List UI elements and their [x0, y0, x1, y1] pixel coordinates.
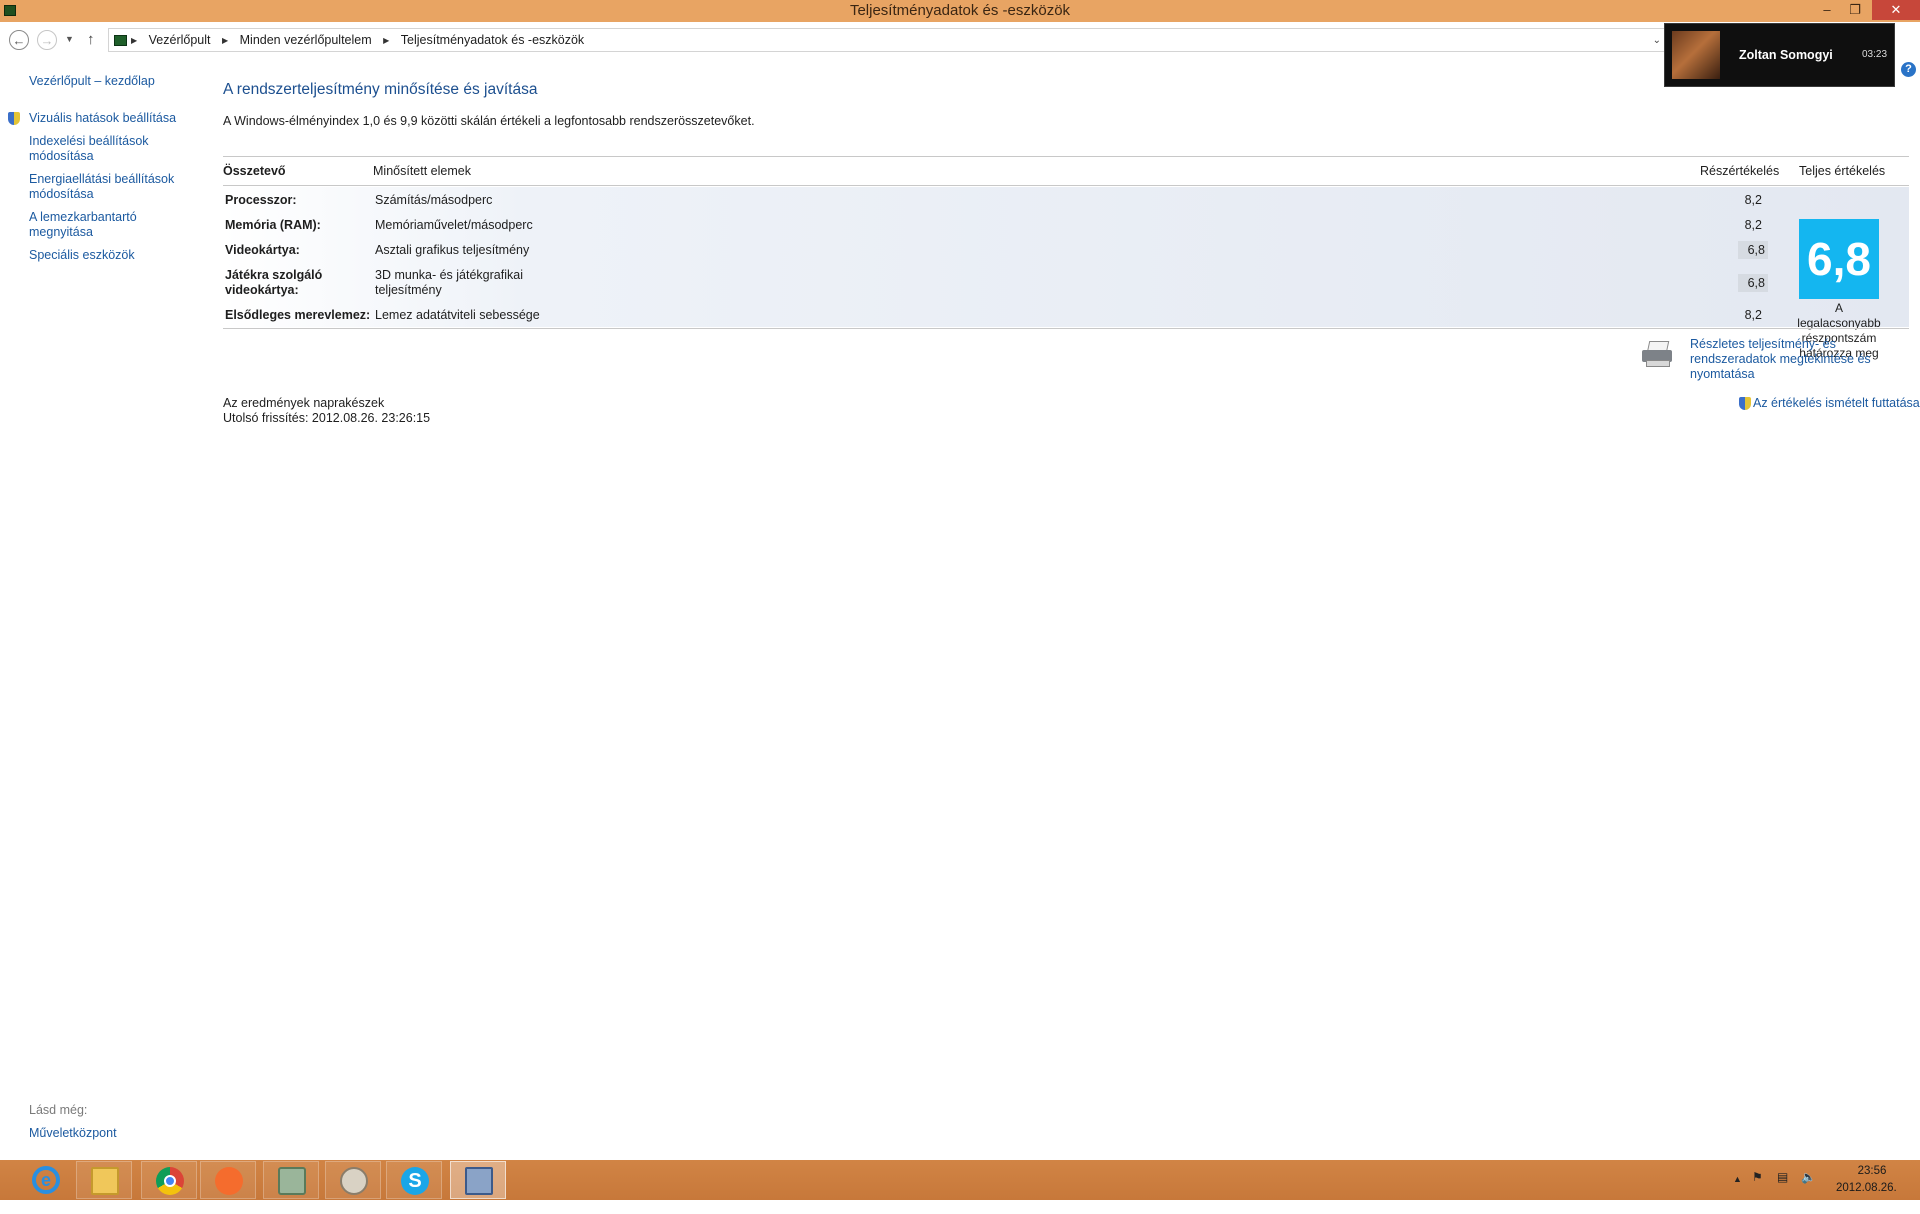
rated-item: 3D munka- és játékgrafikai teljesítmény: [375, 268, 523, 297]
chevron-down-icon[interactable]: ⌄: [1653, 35, 1661, 46]
volume-icon[interactable]: 🔈: [1801, 1170, 1816, 1210]
base-score-badge[interactable]: 6,8: [1799, 219, 1879, 299]
chevron-right-icon[interactable]: ▶: [131, 36, 137, 45]
divider: [223, 185, 1909, 186]
shield-icon: [8, 112, 20, 125]
rated-item: Lemez adatátviteli sebessége: [375, 308, 540, 322]
window-title: Teljesítményadatok és -eszközök: [849, 2, 1071, 19]
skype-icon: S: [401, 1167, 429, 1195]
taskbar-performance-tools[interactable]: [450, 1161, 506, 1199]
disk-icon: [278, 1167, 306, 1195]
address-bar-area: ← → ▼ ↑ ▶ Vezérlőpult ▶ Minden vezérlőpu…: [0, 22, 1920, 58]
taskbar-skype[interactable]: S: [386, 1161, 442, 1199]
back-button[interactable]: ←: [9, 30, 29, 50]
address-bar[interactable]: ▶ Vezérlőpult ▶ Minden vezérlőpultelem ▶…: [108, 28, 1668, 52]
ie-icon: e: [32, 1166, 60, 1194]
help-icon[interactable]: ?: [1901, 62, 1916, 77]
last-update-text: Utolsó frissítés: 2012.08.26. 23:26:15: [223, 411, 431, 425]
rated-item: Asztali grafikus teljesítmény: [375, 243, 530, 257]
divider: [223, 328, 1909, 329]
close-button[interactable]: ✕: [1872, 0, 1920, 20]
column-header-items: Minősített elemek: [373, 164, 471, 178]
column-header-component: Összetevő: [223, 164, 286, 178]
notification-time: 03:23: [1862, 49, 1888, 60]
recent-locations-icon[interactable]: ▼: [65, 34, 74, 44]
printer-icon: [1642, 341, 1674, 367]
paint-icon: [340, 1167, 368, 1195]
rated-item: Számítás/másodperc: [375, 193, 493, 207]
clock-date[interactable]: 2012.08.26.: [1836, 1182, 1897, 1194]
taskbar-origin[interactable]: [200, 1161, 256, 1199]
maximize-button[interactable]: ❐: [1842, 0, 1868, 20]
column-header-base-score: Teljes értékelés: [1799, 164, 1886, 178]
view-print-details-link[interactable]: Részletes teljesítmény- és rendszeradato…: [1690, 337, 1920, 382]
divider: [223, 156, 1909, 157]
chevron-right-icon[interactable]: ▶: [222, 36, 228, 45]
chevron-right-icon[interactable]: ▶: [383, 36, 389, 45]
component-name: Videokártya:: [225, 243, 300, 257]
breadcrumb: ▶ Vezérlőpult ▶ Minden vezérlőpultelem ▶…: [129, 33, 590, 47]
action-center-link[interactable]: Műveletközpont: [29, 1126, 117, 1140]
component-name: Memória (RAM):: [225, 218, 321, 232]
control-panel-home-link[interactable]: Vezérlőpult – kezdőlap: [29, 74, 179, 89]
show-hidden-icons-icon[interactable]: ▲: [1733, 1174, 1742, 1214]
component-name: Játékra szolgáló videokártya:: [225, 268, 323, 297]
contact-name: Zoltan Somogyi: [1739, 48, 1833, 62]
network-icon[interactable]: ▤: [1777, 1170, 1788, 1210]
taskbar-chrome[interactable]: [141, 1161, 197, 1199]
origin-icon: [215, 1167, 243, 1195]
action-center-flag-icon[interactable]: ⚑: [1752, 1170, 1764, 1184]
sidebar-item-disk-cleanup[interactable]: A lemezkarbantartó megnyitása: [29, 210, 179, 240]
contact-notification[interactable]: Zoltan Somogyi 03:23: [1664, 23, 1895, 87]
page-description: A Windows-élményindex 1,0 és 9,9 közötti…: [223, 114, 755, 128]
sidebar-item-advanced-tools[interactable]: Speciális eszközök: [29, 248, 179, 263]
breadcrumb-item[interactable]: Vezérlőpult: [149, 33, 211, 47]
subscore: 6,8: [1738, 274, 1768, 292]
sidebar-item-power[interactable]: Energiaellátási beállítások módosítása: [29, 172, 179, 202]
taskbar-file-explorer[interactable]: [76, 1161, 132, 1199]
page-title: A rendszerteljesítmény minősítése és jav…: [223, 81, 538, 98]
status-text: Az eredmények naprakészek: [223, 396, 385, 410]
control-panel-icon: [114, 35, 127, 46]
breadcrumb-item[interactable]: Teljesítményadatok és -eszközök: [401, 33, 584, 47]
see-also-label: Lásd még:: [29, 1103, 88, 1117]
taskbar: e S: [0, 1160, 1920, 1200]
taskbar-disk-utility[interactable]: [263, 1161, 319, 1199]
column-header-subscore: Részértékelés: [1700, 164, 1780, 178]
rated-item: Memóriaművelet/másodperc: [375, 218, 533, 232]
forward-button[interactable]: →: [37, 30, 57, 50]
shield-icon: [1739, 397, 1751, 410]
sidebar-item-indexing[interactable]: Indexelési beállítások módosítása: [29, 134, 179, 164]
performance-icon: [465, 1167, 493, 1195]
minimize-button[interactable]: –: [1814, 0, 1840, 20]
taskbar-paint[interactable]: [325, 1161, 381, 1199]
up-button[interactable]: ↑: [87, 31, 95, 48]
rerun-assessment-link[interactable]: Az értékelés ismételt futtatása: [1753, 396, 1920, 410]
chrome-icon: [156, 1167, 184, 1195]
subscore: 8,2: [1744, 308, 1762, 322]
table-body: Processzor: Számítás/másodperc 8,2 Memór…: [223, 187, 1909, 360]
clock-time[interactable]: 23:56: [1852, 1165, 1892, 1177]
subscore: 8,2: [1744, 193, 1762, 207]
file-explorer-icon: [91, 1167, 119, 1195]
avatar: [1672, 31, 1720, 79]
taskbar-internet-explorer[interactable]: e: [18, 1161, 74, 1199]
subscore: 6,8: [1738, 241, 1768, 259]
sidebar-item-visual-effects[interactable]: Vizuális hatások beállítása: [29, 111, 179, 126]
component-name: Processzor:: [225, 193, 297, 207]
breadcrumb-item[interactable]: Minden vezérlőpultelem: [240, 33, 372, 47]
title-bar: Teljesítményadatok és -eszközök – ❐ ✕: [0, 0, 1920, 22]
subscore: 8,2: [1744, 218, 1762, 232]
